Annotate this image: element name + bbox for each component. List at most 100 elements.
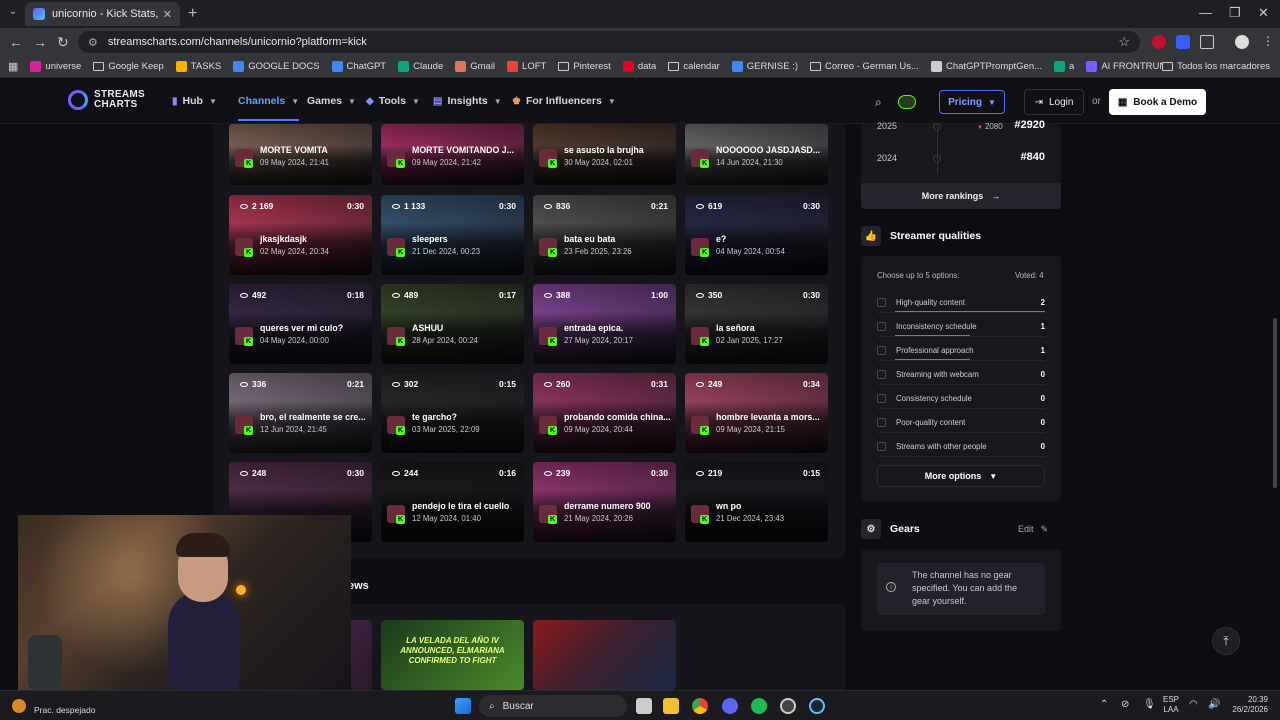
bookmark-item[interactable]: Gmail — [455, 61, 495, 72]
clip-card[interactable]: 260 0:31 Kprobando comida china... 09 May 2… — [533, 373, 676, 453]
bookmark-star-icon[interactable]: ☆ — [1118, 34, 1130, 50]
more-options-button[interactable]: More options ▼ — [877, 465, 1045, 487]
weather-icon[interactable] — [12, 699, 26, 713]
rank-badge-icon[interactable] — [898, 95, 916, 109]
quality-option[interactable]: Streams with other people 0 — [877, 435, 1045, 457]
bookmark-item[interactable]: GOOGLE DOCS — [233, 61, 320, 72]
nav-channels[interactable]: Channels ▼ — [238, 95, 300, 121]
clip-card[interactable]: 1 133 0:30 Ksleepers 21 Dec 2024, 00:23 — [381, 195, 524, 275]
tab-search-icon[interactable]: ⌄ — [6, 6, 20, 20]
pricing-button[interactable]: Pricing ▼ — [939, 90, 1005, 114]
all-bookmarks[interactable]: Todos los marcadores — [1162, 61, 1270, 72]
streamscharts-logo[interactable]: STREAMS CHARTS — [68, 90, 145, 110]
apps-grid-icon[interactable]: ▦ — [8, 60, 18, 73]
bookmark-item[interactable]: data — [622, 61, 656, 72]
news-card[interactable]: LA VELADA DEL AÑO IV ANNOUNCED, ELMARIAN… — [381, 620, 524, 690]
bookmark-item[interactable]: universe — [30, 61, 81, 72]
forward-icon[interactable]: → — [33, 34, 47, 50]
clip-card[interactable]: 249 0:34 Khombre levanta a mors... 09 May 2… — [685, 373, 828, 453]
discord-icon[interactable] — [722, 698, 738, 714]
app-icon[interactable] — [780, 698, 796, 714]
wifi-icon[interactable]: ◠ — [1189, 699, 1198, 710]
file-explorer-icon[interactable] — [663, 698, 679, 714]
gears-edit-button[interactable]: Edit ✎ — [1018, 524, 1048, 535]
spotify-icon[interactable] — [751, 698, 767, 714]
clip-card[interactable]: K MORTE VOMITANDO J... 09 May 2024, 21:42 — [381, 124, 524, 185]
bookmark-item[interactable]: a — [1054, 61, 1074, 72]
nav-for-influencers[interactable]: ♚ For Influencers ▼ — [512, 95, 616, 107]
bookmark-item[interactable]: ChatGPT — [331, 61, 386, 72]
clip-card[interactable]: 239 0:30 Kderrame numero 900 21 May 2024, 2… — [533, 462, 676, 542]
language-indicator[interactable]: ESP LAA — [1163, 695, 1179, 715]
microphone-icon[interactable]: 🎙 — [1143, 699, 1156, 710]
clip-card[interactable]: 836 0:21 Kbata eu bata 23 Feb 2025, 23:26 — [533, 195, 676, 275]
steam-icon[interactable] — [809, 698, 825, 714]
site-info-icon[interactable]: ⚙ — [88, 36, 98, 49]
quality-option[interactable]: Professional approach 1 — [877, 339, 1045, 361]
scroll-to-top-button[interactable]: ⤒ — [1212, 627, 1240, 655]
quality-option[interactable]: Inconsistency schedule 1 — [877, 315, 1045, 337]
bookmark-item[interactable]: TASKS — [175, 61, 221, 72]
clock[interactable]: 20:39 26/2/2026 — [1222, 695, 1268, 715]
nav-games[interactable]: Games ▼ — [307, 95, 356, 107]
clip-card[interactable]: 619 0:30 Ke? 04 May 2024, 00:54 — [685, 195, 828, 275]
bookmark-item[interactable]: Pinterest — [558, 61, 611, 72]
more-rankings-button[interactable]: More rankings → — [861, 183, 1061, 209]
bookmark-item[interactable]: Correo - German Us... — [809, 61, 919, 72]
search-icon[interactable]: ⌕ — [875, 95, 882, 110]
clip-card[interactable]: 219 0:15 Kwn po 21 Dec 2024, 23:43 — [685, 462, 828, 542]
book-demo-button[interactable]: ▦ Book a Demo — [1109, 89, 1206, 115]
windows-start-icon[interactable] — [455, 698, 471, 714]
login-button[interactable]: ⇥ Login — [1024, 89, 1084, 115]
clip-card[interactable]: 489 0:17 K ASHUU 28 Apr 2024, 00:24 — [381, 284, 524, 364]
bookmark-item[interactable]: Google Keep — [93, 61, 164, 72]
clip-card[interactable]: 2 169 0:30 Kjkasjkdasjk 02 May 2024, 20:34 — [229, 195, 372, 275]
page-scrollbar[interactable] — [1273, 318, 1277, 488]
back-icon[interactable]: ← — [9, 34, 23, 50]
nav-insights[interactable]: ▤ Insights ▼ — [433, 95, 502, 107]
reload-icon[interactable]: ↻ — [57, 34, 69, 51]
clip-card[interactable]: 350 0:30 Kla señora 02 Jan 2025, 17:27 — [685, 284, 828, 364]
task-view-icon[interactable] — [636, 698, 652, 714]
profile-avatar[interactable] — [1235, 35, 1249, 49]
nav-tools[interactable]: ◆ Tools ▼ — [366, 95, 420, 107]
clip-card[interactable]: K NOOOOOO JASDJASD... 14 Jun 2024, 21:30 — [685, 124, 828, 185]
checkbox[interactable] — [877, 321, 886, 331]
clip-card[interactable]: K MORTE VOMITA 09 May 2024, 21:41 — [229, 124, 372, 185]
new-tab-icon[interactable]: + — [188, 5, 197, 23]
bookmark-item[interactable]: LOFT — [507, 61, 546, 72]
volume-icon[interactable]: 🔊 — [1208, 699, 1220, 710]
clip-card[interactable]: 244 0:16 Kpendejo le tira el cuello 12 May … — [381, 462, 524, 542]
clip-card[interactable]: 336 0:21 Kbro, el realmente se cre... 12 Ju… — [229, 373, 372, 453]
menu-dots-icon[interactable]: ⋮ — [1262, 34, 1274, 48]
quality-option[interactable]: High-quality content 2 — [877, 291, 1045, 313]
bookmark-item[interactable]: Claude — [398, 61, 443, 72]
chrome-icon[interactable] — [692, 698, 708, 714]
browser-tab[interactable]: unicornio - Kick Stats, Analytics ✕ — [25, 2, 180, 26]
clip-card[interactable]: Kse asusto la brujha 30 May 2024, 02:01 — [533, 124, 676, 185]
quality-option[interactable]: Streaming with webcam 0 — [877, 363, 1045, 385]
nav-hub[interactable]: ▮ Hub ▼ — [172, 95, 217, 107]
close-window-icon[interactable]: ✕ — [1258, 5, 1269, 21]
bookmark-item[interactable]: ChatGPTPromptGen... — [930, 61, 1042, 72]
url-bar[interactable]: ⚙ streamscharts.com/channels/unicornio?p… — [78, 31, 1140, 53]
network-icon[interactable]: ⊘ — [1121, 699, 1129, 710]
checkbox[interactable] — [877, 297, 886, 307]
extension-icon[interactable] — [1152, 35, 1166, 49]
clip-card[interactable]: 302 0:15 Kte garcho? 03 Mar 2025, 22:09 — [381, 373, 524, 453]
quality-option[interactable]: Poor-quality content 0 — [877, 411, 1045, 433]
checkbox[interactable] — [877, 369, 886, 379]
close-tab-icon[interactable]: ✕ — [163, 8, 172, 21]
taskbar-search[interactable]: ⌕ Buscar — [479, 695, 627, 717]
restore-icon[interactable]: ❐ — [1229, 5, 1241, 21]
checkbox[interactable] — [877, 441, 886, 451]
clip-card[interactable]: 492 0:18 Kqueres ver mi culo? 04 May 2024, … — [229, 284, 372, 364]
bookmark-item[interactable]: AI FRONTRUNNERS — [1086, 61, 1162, 72]
minimize-icon[interactable]: — — [1199, 5, 1212, 20]
bookmark-item[interactable]: calendar — [668, 61, 720, 72]
clip-card[interactable]: 388 1:00 Kentrada epica. 27 May 2024, 20:17 — [533, 284, 676, 364]
checkbox[interactable] — [877, 345, 886, 355]
checkbox[interactable] — [877, 393, 886, 403]
bookmark-item[interactable]: GERNISE :) — [731, 61, 798, 72]
news-card[interactable] — [533, 620, 676, 690]
